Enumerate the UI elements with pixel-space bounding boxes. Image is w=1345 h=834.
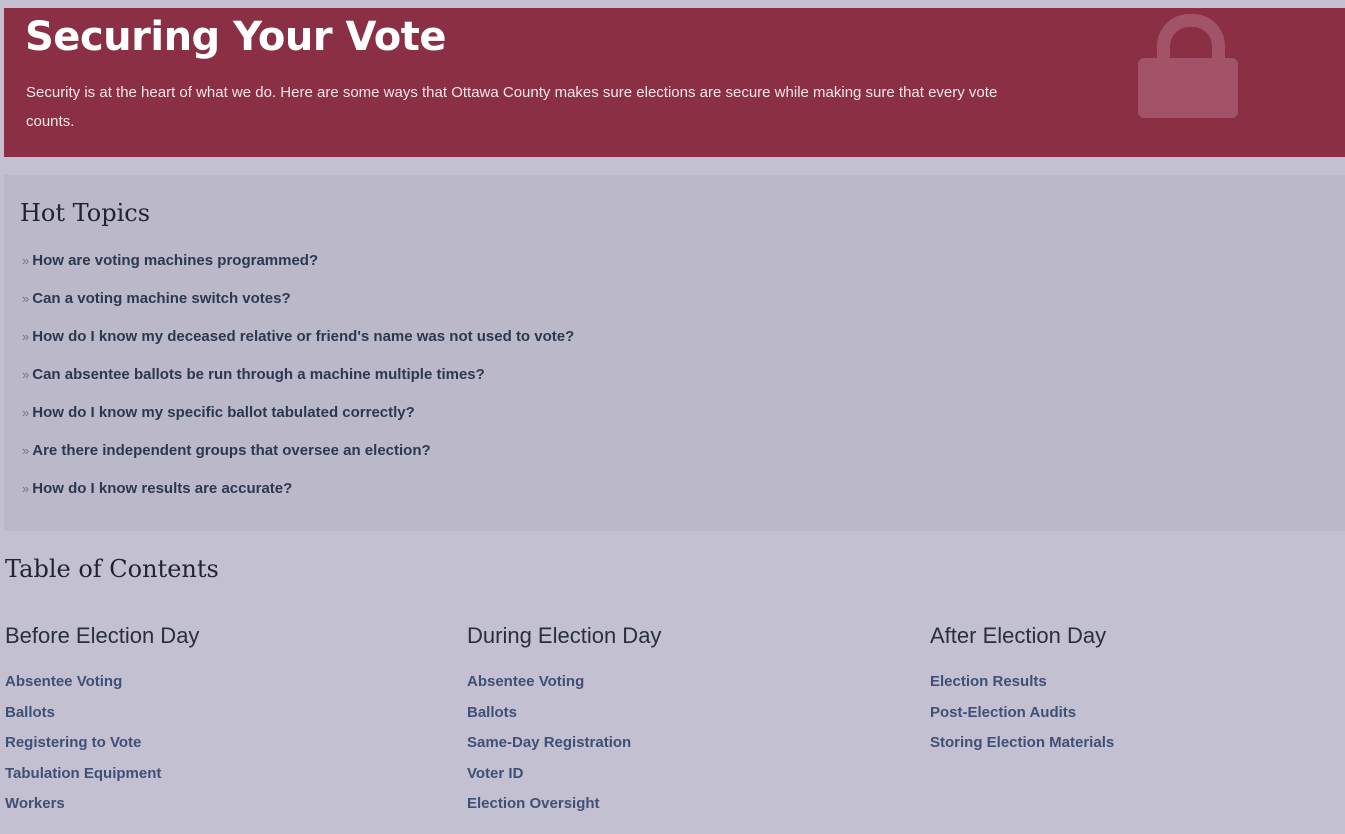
security-banner: Securing Your Vote Security is at the he… [4, 8, 1345, 157]
toc-column-after: After Election Day Election Results Post… [930, 620, 1330, 764]
toc-link[interactable]: Post-Election Audits [930, 703, 1330, 734]
toc-link[interactable]: Tabulation Equipment [5, 764, 405, 795]
hot-topic-link[interactable]: » Can absentee ballots be run through a m… [22, 365, 574, 403]
hot-topic-link[interactable]: » How do I know my specific ballot tabula… [22, 403, 574, 441]
chevron-right-icon: » [22, 405, 30, 420]
hot-topics-section: Hot Topics » How are voting machines prog… [4, 175, 1345, 531]
toc-link[interactable]: Storing Election Materials [930, 733, 1330, 764]
hot-topics-list: » How are voting machines programmed? » Ca… [22, 251, 574, 517]
toc-column-before: Before Election Day Absentee Voting Ball… [5, 620, 405, 825]
chevron-right-icon: » [22, 367, 30, 382]
toc-link[interactable]: Election Results [930, 672, 1330, 703]
toc-link[interactable]: Same-Day Registration [467, 733, 867, 764]
toc-link[interactable]: Ballots [467, 703, 867, 734]
toc-link[interactable]: Absentee Voting [467, 672, 867, 703]
page-title: Securing Your Vote [25, 14, 447, 60]
hot-topic-link[interactable]: » How do I know results are accurate? [22, 479, 574, 517]
chevron-right-icon: » [22, 481, 30, 496]
toc-link[interactable]: Registering to Vote [5, 733, 405, 764]
toc-title: Table of Contents [5, 555, 219, 583]
toc-link[interactable]: Election Oversight [467, 794, 867, 825]
toc-column-heading: After Election Day [930, 623, 1107, 648]
banner-description: Security is at the heart of what we do. … [26, 84, 998, 130]
toc-link[interactable]: Voter ID [467, 764, 867, 795]
hot-topics-title: Hot Topics [20, 199, 151, 227]
toc-column-during: During Election Day Absentee Voting Ball… [467, 620, 867, 825]
chevron-right-icon: » [22, 443, 30, 458]
hot-topic-link[interactable]: » How are voting machines programmed? [22, 251, 574, 289]
hot-topic-link[interactable]: » Can a voting machine switch votes? [22, 289, 574, 327]
toc-link[interactable]: Ballots [5, 703, 405, 734]
chevron-right-icon: » [22, 329, 30, 344]
toc-column-heading: During Election Day [467, 623, 662, 648]
toc-link[interactable]: Workers [5, 794, 405, 825]
chevron-right-icon: » [22, 291, 30, 306]
lock-icon [1138, 14, 1238, 118]
toc-link[interactable]: Absentee Voting [5, 672, 405, 703]
hot-topic-link[interactable]: » How do I know my deceased relative or f… [22, 327, 574, 365]
hot-topic-link[interactable]: » Are there independent groups that overs… [22, 441, 574, 479]
chevron-right-icon: » [22, 253, 30, 268]
toc-column-heading: Before Election Day [5, 623, 200, 648]
